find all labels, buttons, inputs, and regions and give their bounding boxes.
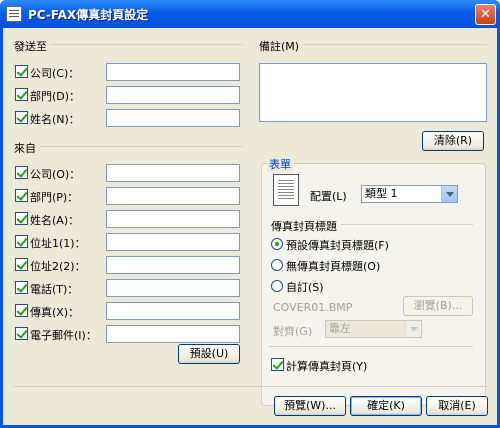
dialog-client: 發送至 公司(C)： 部門(D)： 姓名(N)： 來自 公司(O)： 部門(P)…	[3, 28, 497, 425]
app-icon	[6, 6, 22, 22]
from-address2-field[interactable]	[106, 256, 240, 274]
from-phone-field[interactable]	[106, 279, 240, 297]
chevron-down-icon[interactable]	[405, 321, 421, 337]
from-name-label: 姓名(A)：	[30, 214, 80, 227]
browse-button[interactable]: 瀏覽(B)...	[403, 296, 473, 316]
radio-no-title-label: 無傳真封頁標題(O)	[286, 260, 381, 273]
from-phone-checkbox[interactable]	[15, 281, 28, 294]
from-fax-checkbox[interactable]	[15, 304, 28, 317]
align-label: 對齊(G)	[273, 325, 313, 338]
from-address2-label: 位址2(2)：	[30, 260, 86, 273]
from-address1-label: 位址1(1)：	[30, 237, 86, 250]
clear-button[interactable]: 清除(R)	[422, 131, 484, 151]
from-fax-field[interactable]	[106, 302, 240, 320]
from-address1-checkbox[interactable]	[15, 235, 28, 248]
comment-group-label: 備註(M)	[259, 38, 304, 54]
send-name-field[interactable]	[106, 109, 240, 127]
count-separator	[269, 346, 473, 347]
radio-no-title[interactable]	[271, 259, 283, 271]
cover-title-separator	[331, 224, 473, 225]
from-email-checkbox[interactable]	[15, 327, 28, 340]
comment-textarea[interactable]	[259, 63, 487, 122]
from-department-field[interactable]	[106, 187, 240, 205]
send-company-field[interactable]	[106, 63, 240, 81]
count-cover-checkbox[interactable]	[271, 358, 284, 371]
send-name-checkbox[interactable]	[15, 111, 28, 124]
send-name-label: 姓名(N)：	[30, 113, 80, 126]
from-department-checkbox[interactable]	[15, 189, 28, 202]
title-bar[interactable]: PC-FAX傳真封頁設定 ✕	[0, 0, 500, 28]
send-company-label: 公司(C)：	[30, 67, 80, 80]
ok-button[interactable]: 確定(K)	[350, 396, 422, 416]
layout-select-value: 類型 1	[365, 187, 398, 200]
from-fax-label: 傳真(X)：	[30, 306, 80, 319]
from-name-checkbox[interactable]	[15, 212, 28, 225]
count-cover-label: 計算傳真封頁(Y)	[286, 360, 368, 373]
cover-title-group-label: 傳真封頁標題	[271, 218, 341, 234]
close-button[interactable]: ✕	[475, 4, 496, 25]
layout-label: 配置(L)	[310, 190, 347, 203]
send-department-label: 部門(D)：	[30, 90, 81, 103]
radio-custom[interactable]	[271, 280, 283, 292]
from-phone-label: 電話(T)：	[30, 283, 79, 296]
default-button[interactable]: 預設(U)	[178, 344, 240, 364]
form-panel-title: 表單	[267, 156, 293, 172]
radio-default-title[interactable]	[271, 238, 283, 250]
layout-select[interactable]: 類型 1	[361, 185, 458, 203]
cover-file-name: COVER01.BMP	[273, 301, 353, 314]
from-group-label: 來自	[14, 140, 40, 156]
send-department-checkbox[interactable]	[15, 88, 28, 101]
preview-button[interactable]: 預覽(W)...	[274, 396, 346, 416]
send-to-group-label: 發送至	[14, 38, 51, 54]
footer-separator	[13, 386, 487, 387]
dialog-window: PC-FAX傳真封頁設定 ✕ 發送至 公司(C)： 部門(D)： 姓名(N)： …	[0, 0, 500, 428]
from-company-label: 公司(O)：	[30, 168, 81, 181]
from-name-field[interactable]	[106, 210, 240, 228]
cancel-button[interactable]: 取消(E)	[426, 396, 488, 416]
from-address2-checkbox[interactable]	[15, 258, 28, 271]
radio-custom-label: 自訂(S)	[286, 281, 324, 294]
from-company-field[interactable]	[106, 164, 240, 182]
chevron-down-icon[interactable]	[441, 186, 457, 202]
window-title: PC-FAX傳真封頁設定	[28, 8, 149, 22]
radio-default-title-label: 預設傳真封頁標題(F)	[286, 239, 389, 252]
document-icon	[273, 174, 299, 206]
from-separator	[13, 146, 243, 147]
align-select[interactable]: 靠左	[325, 320, 422, 338]
from-email-label: 電子郵件(I)：	[30, 329, 97, 342]
send-company-checkbox[interactable]	[15, 65, 28, 78]
from-company-checkbox[interactable]	[15, 166, 28, 179]
from-address1-field[interactable]	[106, 233, 240, 251]
from-email-field[interactable]	[106, 325, 240, 343]
align-select-value: 靠左	[329, 322, 351, 335]
from-department-label: 部門(P)：	[30, 191, 79, 204]
send-department-field[interactable]	[106, 86, 240, 104]
